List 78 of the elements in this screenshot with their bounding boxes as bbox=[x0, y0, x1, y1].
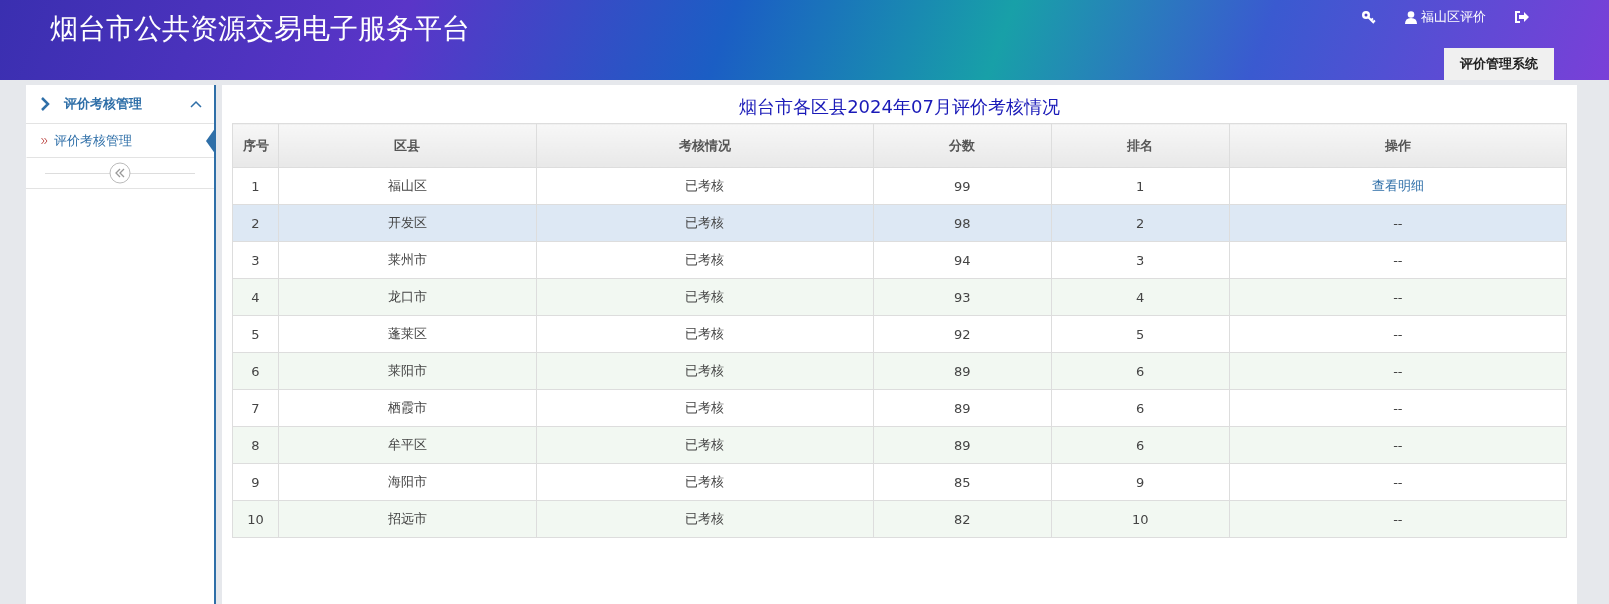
detail-link[interactable]: 查看明细 bbox=[1371, 178, 1424, 193]
table-cell: 蓬莱区 bbox=[278, 315, 537, 353]
table-cell: -- bbox=[1229, 352, 1567, 390]
table-cell: -- bbox=[1229, 278, 1567, 316]
table-cell: 10 bbox=[232, 500, 279, 538]
table-cell: 6 bbox=[1051, 426, 1230, 464]
table-cell: 2 bbox=[232, 204, 279, 242]
logout-icon[interactable] bbox=[1514, 11, 1529, 23]
table-cell: 6 bbox=[232, 352, 279, 390]
column-header: 考核情况 bbox=[536, 123, 874, 168]
table-cell: -- bbox=[1229, 426, 1567, 464]
report-title: 烟台市各区县2024年07月评价考核情况 bbox=[738, 95, 1061, 119]
table-cell: 6 bbox=[1051, 389, 1230, 427]
table-cell: 7 bbox=[232, 389, 279, 427]
table-cell: 3 bbox=[232, 241, 279, 279]
table-cell: 6 bbox=[1051, 352, 1230, 390]
table-cell: 龙口市 bbox=[278, 278, 537, 316]
table-cell: 已考核 bbox=[536, 241, 874, 279]
column-header: 区县 bbox=[278, 123, 537, 168]
table-cell: 已考核 bbox=[536, 352, 874, 390]
table-cell: 海阳市 bbox=[278, 463, 537, 501]
table-cell: 1 bbox=[232, 167, 279, 205]
table-cell: 5 bbox=[1051, 315, 1230, 353]
table-cell: 牟平区 bbox=[278, 426, 537, 464]
table-cell: 94 bbox=[873, 241, 1052, 279]
collapse-icon[interactable] bbox=[109, 162, 131, 184]
table-cell: 已考核 bbox=[536, 389, 874, 427]
person-icon bbox=[1405, 10, 1417, 24]
table-cell: 9 bbox=[232, 463, 279, 501]
table-cell: -- bbox=[1229, 500, 1567, 538]
sidebar-group-label: 评价考核管理 bbox=[64, 95, 143, 113]
table-cell: 莱阳市 bbox=[278, 352, 537, 390]
table-cell: 栖霞市 bbox=[278, 389, 537, 427]
table-cell: 2 bbox=[1051, 204, 1230, 242]
table-cell: 85 bbox=[873, 463, 1052, 501]
table-cell: 已考核 bbox=[536, 500, 874, 538]
table-cell: 89 bbox=[873, 426, 1052, 464]
double-chevron-icon bbox=[41, 136, 48, 145]
column-header: 排名 bbox=[1051, 123, 1230, 168]
table-cell: 93 bbox=[873, 278, 1052, 316]
table-cell: 已考核 bbox=[536, 167, 874, 205]
table-cell: 开发区 bbox=[278, 204, 537, 242]
table-cell: 99 bbox=[873, 167, 1052, 205]
system-tab[interactable]: 评价管理系统 bbox=[1444, 48, 1554, 80]
table-cell: -- bbox=[1229, 241, 1567, 279]
table-cell: 福山区 bbox=[278, 167, 537, 205]
column-header: 操作 bbox=[1229, 123, 1567, 168]
table-cell: 9 bbox=[1051, 463, 1230, 501]
table-cell: 招远市 bbox=[278, 500, 537, 538]
key-icon[interactable] bbox=[1361, 10, 1377, 24]
table-cell: 1 bbox=[1051, 167, 1230, 205]
table-cell: 4 bbox=[232, 278, 279, 316]
table-cell: 4 bbox=[1051, 278, 1230, 316]
table-cell: -- bbox=[1229, 204, 1567, 242]
table-cell: 已考核 bbox=[536, 315, 874, 353]
table-cell: 已考核 bbox=[536, 204, 874, 242]
table-cell: 98 bbox=[873, 204, 1052, 242]
table-cell: 5 bbox=[232, 315, 279, 353]
table-cell: 莱州市 bbox=[278, 241, 537, 279]
table-cell: 已考核 bbox=[536, 278, 874, 316]
table-cell: 8 bbox=[232, 426, 279, 464]
column-header: 分数 bbox=[873, 123, 1052, 168]
chevron-right-icon bbox=[40, 97, 50, 111]
table-cell: 已考核 bbox=[536, 426, 874, 464]
table-cell: 92 bbox=[873, 315, 1052, 353]
table-cell: 89 bbox=[873, 352, 1052, 390]
table-cell: 89 bbox=[873, 389, 1052, 427]
user-link[interactable]: 福山区评价 bbox=[1405, 8, 1486, 26]
table-cell: 10 bbox=[1051, 500, 1230, 538]
table-cell: 3 bbox=[1051, 241, 1230, 279]
site-title: 烟台市公共资源交易电子服务平台 bbox=[49, 11, 471, 47]
table-cell: -- bbox=[1229, 315, 1567, 353]
sidebar-group-header[interactable]: 评价考核管理 bbox=[26, 85, 214, 124]
table-cell: 82 bbox=[873, 500, 1052, 538]
table-cell: -- bbox=[1229, 389, 1567, 427]
table-cell: -- bbox=[1229, 463, 1567, 501]
column-header: 序号 bbox=[232, 123, 279, 168]
table-cell: 已考核 bbox=[536, 463, 874, 501]
